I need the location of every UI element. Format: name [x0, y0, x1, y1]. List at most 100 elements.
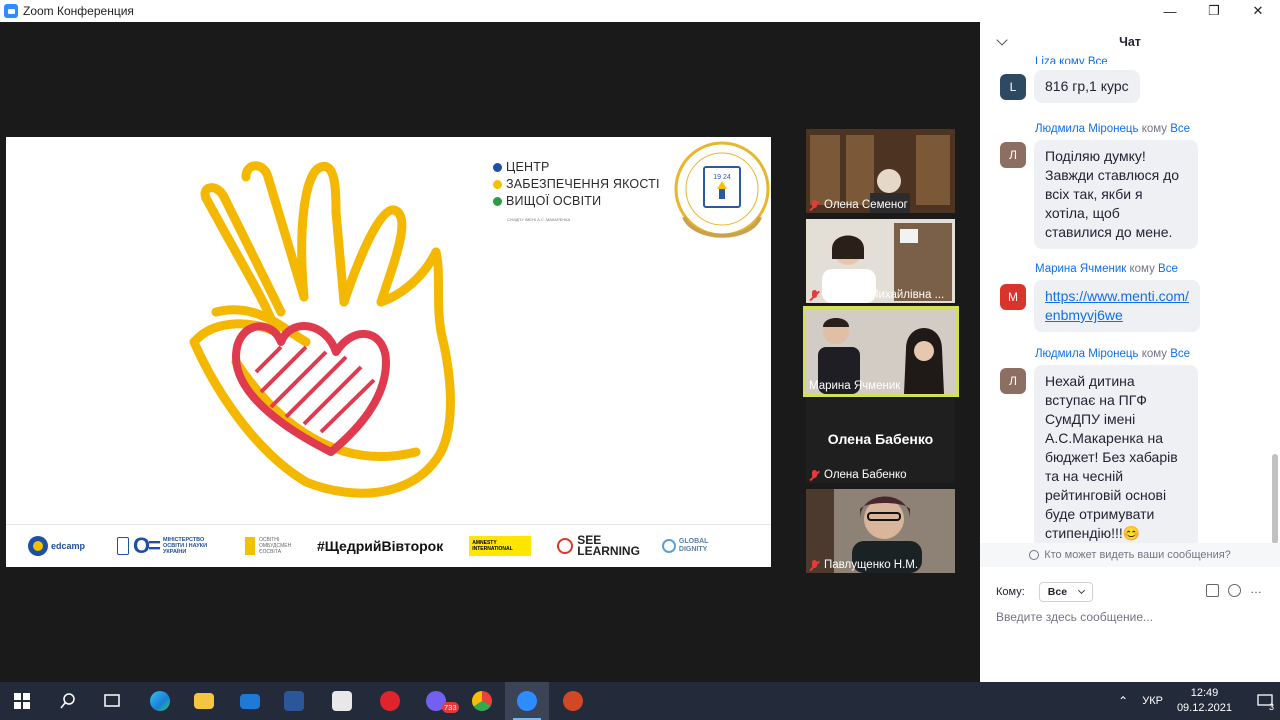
participant-tile[interactable]: Олена Бабенко Олена Бабенко [806, 399, 955, 483]
taskbar-powerpoint[interactable] [551, 682, 595, 720]
who-can-see-link[interactable]: Кто может видеть ваши сообщения? [980, 543, 1280, 567]
message-meta: Людмила Міронець кому Все [1035, 123, 1191, 135]
notifications-button[interactable]: 3 [1250, 682, 1280, 720]
chat-header: Чат [980, 22, 1280, 62]
zoom-icon [517, 691, 537, 711]
taskbar-explorer[interactable] [182, 682, 226, 720]
taskbar-mail[interactable] [228, 682, 272, 720]
muted-mic-icon [809, 199, 820, 211]
participant-tile[interactable]: Павлущенко Н.М. [806, 489, 955, 573]
chat-scrollbar[interactable] [1272, 64, 1278, 544]
mail-icon [240, 693, 260, 709]
avatar: L [1000, 74, 1026, 100]
university-emblem: 19 24 [674, 141, 770, 238]
chat-message: Поділяю думку! Завжди ставлюся до всіх т… [1034, 140, 1198, 249]
quality-center-logo: ЦЕНТР ЗАБЕЗПЕЧЕННЯ ЯКОСТІ ВИЩОЇ ОСВІТИ С… [493, 159, 660, 222]
avatar: М [1000, 284, 1026, 310]
clock[interactable]: 12:49 09.12.2021 [1177, 686, 1232, 716]
center-line-3: ВИЩОЇ ОСВІТИ [493, 193, 660, 210]
search-icon [60, 693, 75, 709]
ombudsman-logo: ОСВІТНІ ОМБУДСМЕН ЄОСВІТА [244, 537, 299, 555]
task-view-button[interactable] [90, 682, 134, 720]
taskbar-zoom[interactable] [505, 682, 549, 720]
heart-circle-icon [557, 538, 574, 554]
chat-message: 816 гр,1 курс [1034, 70, 1140, 103]
file-icon[interactable] [1206, 584, 1219, 597]
green-dot-icon [493, 197, 502, 206]
person-icon [1029, 550, 1040, 560]
participant-name-large: Олена Бабенко [827, 431, 934, 447]
yellow-dot-icon [493, 180, 502, 189]
chevron-down-icon [1078, 586, 1086, 595]
ministry-logo: O= МІНІСТЕРСТВО ОСВІТИ І НАУКИ УКРАЇНИ [117, 535, 223, 557]
active-speaker-tile[interactable]: Марина Ячменик [803, 306, 959, 397]
taskbar-opera[interactable] [368, 682, 412, 720]
muted-mic-icon [809, 469, 820, 481]
see-learning-logo: SEE LEARNING [557, 534, 640, 557]
language-indicator[interactable]: УКР [1142, 695, 1163, 707]
chrome-icon [472, 691, 492, 711]
globe-icon [661, 539, 676, 553]
notification-count: 3 [1268, 702, 1274, 712]
center-line-2: ЗАБЕЗПЕЧЕННЯ ЯКОСТІ [493, 176, 660, 193]
maximize-button[interactable]: ❐ [1192, 0, 1236, 22]
recipient-select[interactable]: Все [1038, 582, 1094, 602]
close-button[interactable]: ✕ [1236, 0, 1280, 22]
start-button[interactable] [0, 682, 44, 720]
chat-input[interactable]: Введите здесь сообщение... [996, 610, 1153, 624]
search-button[interactable] [46, 682, 90, 720]
avatar: Л [1000, 368, 1026, 394]
chevron-down-icon[interactable] [996, 34, 1008, 46]
chat-title: Чат [1119, 35, 1141, 49]
more-icon[interactable]: … [1250, 583, 1263, 597]
edcamp-logo: edcamp [28, 536, 85, 556]
word-icon [284, 691, 304, 711]
opera-icon [380, 691, 400, 711]
chevron-up-icon[interactable]: ⌃ [1118, 694, 1128, 708]
hashtag-logo: #ЩедрийВівторок [316, 538, 444, 554]
chat-message: https://www.menti.com/enbmyvj6we [1034, 280, 1200, 332]
edge-icon [150, 691, 170, 711]
taskbar-viber[interactable]: 733 [414, 682, 459, 720]
blue-dot-icon [493, 163, 502, 172]
amnesty-logo: AMNESTY INTERNATIONAL [469, 536, 532, 556]
trident-icon [117, 537, 130, 555]
taskbar-word[interactable] [272, 682, 316, 720]
partner-logos-strip: edcamp O= МІНІСТЕРСТВО ОСВІТИ І НАУКИ УКР… [6, 524, 771, 567]
hand-heart-illustration [189, 161, 455, 498]
taskbar-edge[interactable] [138, 682, 182, 720]
system-tray: ⌃ УКР 12:49 09.12.2021 3 [1118, 682, 1280, 720]
avatar: Л [1000, 142, 1026, 168]
muted-mic-icon [809, 559, 820, 571]
windows-taskbar: 733 ⌃ УКР 12:49 09.12.2021 3 [0, 682, 1280, 720]
viber-badge: 733 [442, 702, 459, 713]
windows-icon [14, 693, 30, 709]
emoji-icon[interactable] [1228, 584, 1241, 597]
menti-link[interactable]: https://www.menti.com/enbmyvj6we [1045, 288, 1189, 323]
message-meta: Людмила Міронець кому Все [1035, 348, 1191, 360]
emblem-year: 19 24 [713, 174, 731, 181]
global-dignity-logo: GLOBAL DIGNITY [661, 538, 708, 554]
minimize-button[interactable]: — [1148, 0, 1192, 22]
window-titlebar: Zoom Конференция — ❐ ✕ [0, 0, 1280, 22]
taskbar-chrome[interactable] [460, 682, 504, 720]
store-icon [332, 691, 352, 711]
muted-mic-icon [809, 289, 820, 301]
taskbar-store[interactable] [320, 682, 364, 720]
zoom-app-icon [4, 4, 18, 18]
meeting-stage: ЦЕНТР ЗАБЕЗПЕЧЕННЯ ЯКОСТІ ВИЩОЇ ОСВІТИ С… [0, 22, 980, 682]
shared-slide: ЦЕНТР ЗАБЕЗПЕЧЕННЯ ЯКОСТІ ВИЩОЇ ОСВІТИ С… [6, 137, 771, 567]
center-line-1: ЦЕНТР [493, 159, 660, 176]
message-meta-clipped: Liza кому Все [1035, 56, 1108, 64]
window-title: Zoom Конференция [23, 4, 134, 18]
chat-message: Нехай дитина вступає на ПГФ СумДПУ імені… [1034, 365, 1198, 550]
task-view-icon [104, 694, 120, 707]
recipient-row: Кому: Все [996, 582, 1094, 602]
participant-tile[interactable]: Марина Михайлівна ... [806, 219, 955, 303]
message-meta: Марина Ячменик кому Все [1035, 263, 1178, 275]
participant-tile[interactable]: Олена Семеног [806, 129, 955, 213]
chat-panel: Чат Liza кому Все L 816 гр,1 курс Людмил… [980, 22, 1280, 682]
folder-icon [194, 693, 214, 709]
center-subtitle: СУМДПУ ІМЕНІ А.С. МАКАРЕНКА [507, 217, 571, 222]
powerpoint-icon [563, 691, 583, 711]
